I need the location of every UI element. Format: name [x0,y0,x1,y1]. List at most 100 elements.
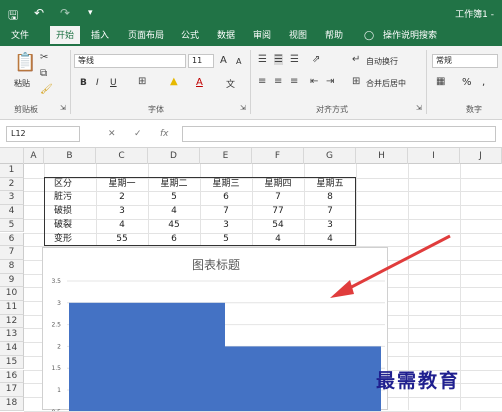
row-header[interactable]: 11 [0,301,24,315]
fill-color-icon[interactable]: ▲ [170,76,178,87]
table-cell[interactable]: 7 [304,205,356,219]
table-cell[interactable]: 54 [252,219,304,233]
tab-formulas[interactable]: 公式 [176,26,204,46]
table-cell[interactable]: 6 [148,233,200,247]
align-center-icon[interactable]: ≡ [274,76,282,87]
table-cell[interactable]: 7 [200,205,252,219]
column-header[interactable]: H [356,148,408,164]
table-cell[interactable]: 2 [96,191,148,205]
table-cell[interactable]: 脏污 [44,191,96,205]
row-header[interactable]: 16 [0,369,24,384]
merge-icon[interactable]: ⊞ [352,76,360,87]
row-header[interactable]: 18 [0,396,24,411]
table-header-cell[interactable]: 星期二 [148,178,200,192]
align-top-icon[interactable]: ☰ [258,54,267,65]
table-cell[interactable]: 变形 [44,233,96,247]
table-cell[interactable]: 45 [148,219,200,233]
table-header-cell[interactable]: 星期三 [200,178,252,192]
tab-file[interactable]: 文件 [6,26,34,46]
select-all-corner[interactable] [0,148,24,164]
decrease-font-button[interactable]: A [236,57,241,66]
tab-page-layout[interactable]: 页面布局 [124,26,168,46]
row-header[interactable]: 17 [0,383,24,397]
cancel-icon[interactable]: ✕ [108,129,116,139]
table-cell[interactable]: 6 [200,191,252,205]
font-color-button[interactable]: A [196,77,203,88]
copy-icon[interactable]: ⧉ [40,68,47,79]
format-painter-icon[interactable]: 🖌 [40,84,53,95]
column-header[interactable]: E [200,148,252,164]
accounting-format-icon[interactable]: ▦ [436,76,445,87]
table-cell[interactable]: 4 [252,233,304,247]
table-cell[interactable]: 55 [96,233,148,247]
table-cell[interactable]: 3 [96,205,148,219]
tab-home[interactable]: 开始 [50,26,80,46]
row-header[interactable]: 7 [0,246,24,260]
underline-button[interactable]: U [110,78,117,88]
paste-label[interactable]: 粘贴 [14,78,30,89]
formula-input[interactable] [182,126,496,142]
font-dialog-launcher-icon[interactable]: ⇲ [240,104,246,112]
column-header[interactable]: J [460,148,502,164]
enter-icon[interactable]: ✓ [134,129,142,139]
chart-bar[interactable] [225,346,381,411]
font-name-select[interactable]: 等线 [74,54,186,68]
table-cell[interactable]: 4 [148,205,200,219]
table-header-cell[interactable]: 星期五 [304,178,356,192]
row-header[interactable]: 6 [0,232,24,247]
chart-bar[interactable] [69,302,225,411]
row-header[interactable]: 2 [0,177,24,192]
column-header[interactable]: G [304,148,356,164]
dialog-launcher-icon[interactable]: ⇲ [60,104,66,112]
row-header[interactable]: 10 [0,287,24,301]
row-header[interactable]: 1 [0,164,24,178]
percent-button[interactable]: % [462,77,472,88]
undo-icon[interactable]: ↶ [34,6,44,20]
row-header[interactable]: 15 [0,355,24,370]
orientation-icon[interactable]: ⇗ [312,54,320,65]
merge-center-button[interactable]: 合并后居中 [366,78,406,89]
column-header[interactable]: I [408,148,460,164]
increase-font-button[interactable]: A [220,55,227,66]
table-cell[interactable]: 7 [252,191,304,205]
row-header[interactable]: 8 [0,259,24,274]
tab-view[interactable]: 视图 [284,26,312,46]
font-size-select[interactable]: 11 [188,54,214,68]
row-header[interactable]: 14 [0,342,24,356]
tab-help[interactable]: 帮助 [320,26,348,46]
align-bottom-icon[interactable]: ☰ [290,54,299,65]
wrap-text-icon[interactable]: ↵ [352,54,360,65]
align-middle-icon[interactable]: ☰ [274,54,283,65]
table-cell[interactable]: 5 [148,191,200,205]
italic-button[interactable]: I [96,78,99,88]
wrap-text-button[interactable]: 自动换行 [366,56,398,67]
row-header[interactable]: 3 [0,191,24,206]
row-header[interactable]: 12 [0,314,24,329]
comma-button[interactable]: , [482,77,485,88]
save-icon[interactable]: 🖫 [8,6,18,27]
insert-function-button[interactable]: fx [160,129,169,139]
row-header[interactable]: 13 [0,328,24,343]
column-header[interactable]: B [44,148,96,164]
row-header[interactable]: 4 [0,205,24,219]
table-cell[interactable]: 4 [96,219,148,233]
increase-indent-icon[interactable]: ⇥ [326,76,334,87]
column-header[interactable]: D [148,148,200,164]
column-header[interactable]: C [96,148,148,164]
decrease-indent-icon[interactable]: ⇤ [310,76,318,87]
table-cell[interactable]: 3 [200,219,252,233]
name-box[interactable]: L12 [6,126,80,142]
table-header-cell[interactable]: 区分 [44,178,96,192]
tab-data[interactable]: 数据 [212,26,240,46]
align-right-icon[interactable]: ≡ [290,76,298,87]
table-header-cell[interactable]: 星期一 [96,178,148,192]
phonetic-button[interactable]: 文 [226,77,235,90]
column-header[interactable]: A [24,148,44,164]
paste-icon[interactable]: 📋 [14,52,36,73]
table-cell[interactable]: 5 [200,233,252,247]
align-left-icon[interactable]: ≡ [258,76,266,87]
quick-access-dropdown-icon[interactable]: ▾ [88,8,93,18]
table-cell[interactable]: 破裂 [44,219,96,233]
row-header[interactable]: 9 [0,273,24,288]
table-cell[interactable]: 破损 [44,205,96,219]
